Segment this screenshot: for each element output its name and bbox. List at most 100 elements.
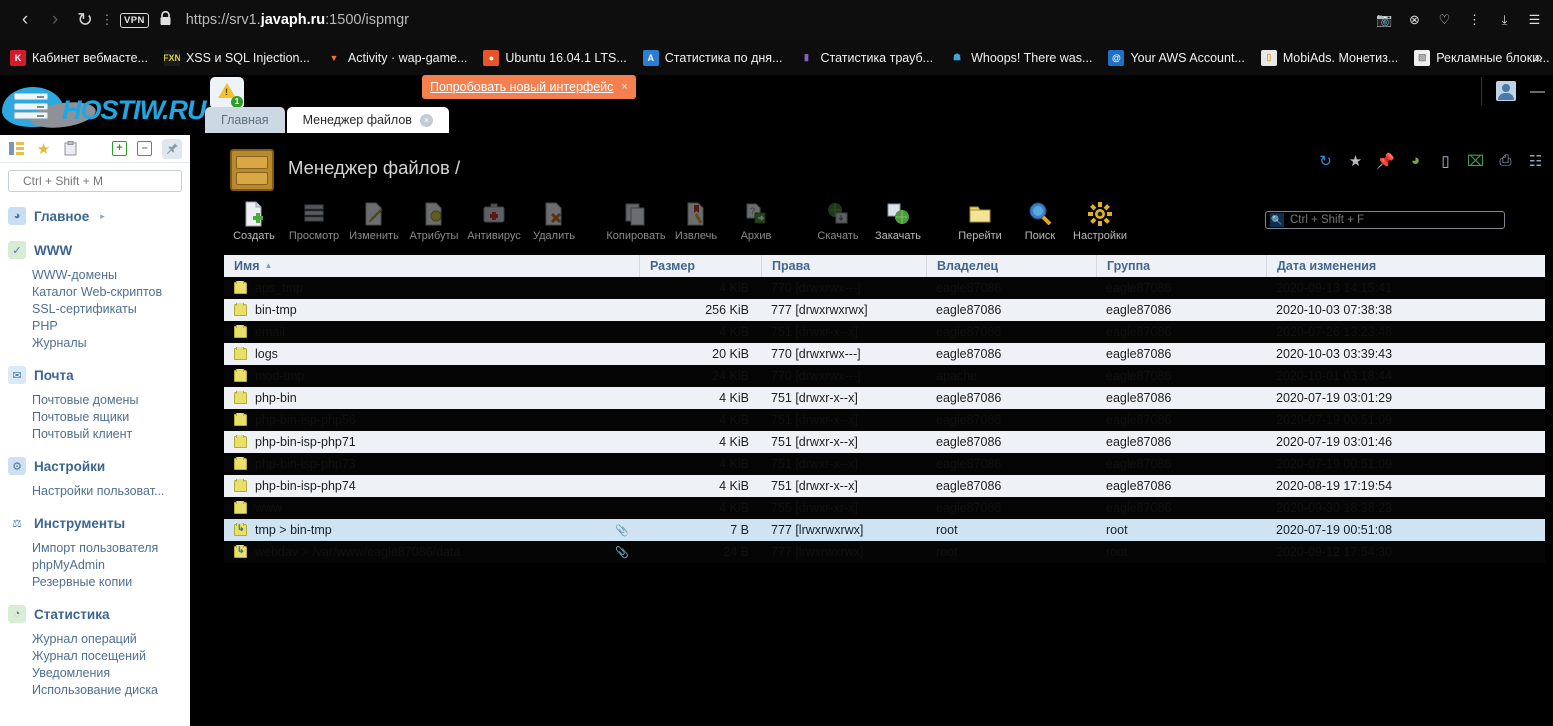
file-name-cell[interactable]: php-bin-isp-php56	[224, 413, 639, 427]
extract-button[interactable]: Извлечь	[666, 199, 726, 242]
column-header[interactable]: Имя ▲	[224, 255, 639, 277]
close-icon[interactable]: ×	[621, 81, 627, 93]
favorites-star-icon[interactable]: ★	[35, 140, 52, 158]
table-row[interactable]: www 4 KiB 755 [drwxr-xr-x] eagle87086 eagle8…	[224, 497, 1545, 519]
collapse-all-button[interactable]: –	[137, 141, 152, 156]
sidebar-group-header[interactable]: ✓ WWW	[0, 240, 190, 260]
table-filter-input[interactable]	[1288, 213, 1500, 227]
new-interface-link[interactable]: Попробовать новый интерфейс	[430, 80, 613, 94]
file-name-cell[interactable]: aps_tmp	[224, 281, 639, 295]
forward-button[interactable]: ›	[40, 5, 70, 35]
back-button[interactable]: ‹	[10, 5, 40, 35]
copy-page-icon[interactable]: ▯	[1436, 151, 1455, 170]
reload-icon[interactable]: ↻	[70, 5, 100, 35]
table-row[interactable]: bin-tmp 256 KiB 777 [drwxrwxrwx] eagle87086…	[224, 299, 1545, 321]
refresh-icon[interactable]: ↻	[1316, 151, 1335, 170]
file-name-cell[interactable]: bin-tmp	[224, 303, 639, 317]
sort-asc-icon[interactable]: ▲	[265, 261, 273, 270]
expand-all-button[interactable]: +	[112, 141, 127, 156]
file-name-cell[interactable]: mod-tmp	[224, 369, 639, 383]
sidebar-item[interactable]: Каталог Web-скриптов	[0, 283, 190, 300]
clipboard-icon[interactable]	[62, 140, 79, 157]
antivirus-button[interactable]: Антивирус	[464, 199, 524, 242]
print-icon[interactable]: ⎙	[1496, 151, 1515, 170]
sidebar-item[interactable]: phpMyAdmin	[0, 556, 190, 573]
table-row[interactable]: webdav > /var/www/eagle87086/data 📎 24 В 77…	[224, 541, 1545, 563]
block-icon[interactable]: ⊗	[1404, 10, 1425, 31]
avatar[interactable]	[1496, 81, 1516, 101]
file-name-cell[interactable]: php-bin-isp-php73	[224, 457, 639, 471]
table-row[interactable]: php-bin-isp-php74 4 KiB 751 [drwxr-x--x] ea…	[224, 475, 1545, 497]
file-name-cell[interactable]: logs	[224, 347, 639, 361]
table-row[interactable]: tmp > bin-tmp 📎 7 В 777 [lrwxrwxrwx] root roo…	[224, 519, 1545, 541]
more-vertical-icon[interactable]: ⋮	[100, 12, 114, 28]
column-header[interactable]: Размер	[639, 255, 761, 277]
table-row[interactable]: aps_tmp 4 KiB 770 [drwxrwx---] eagle87086 ea…	[224, 277, 1545, 299]
table-settings-icon[interactable]: ☷	[1526, 151, 1545, 170]
menu-icon[interactable]: ☰	[1524, 10, 1545, 31]
pin-icon[interactable]: 📌	[1376, 151, 1395, 170]
bookmark-item[interactable]: FXN XSS и SQL Injection...	[163, 49, 310, 66]
bookmark-item[interactable]: A Статистика по дня...	[642, 49, 782, 66]
sidebar-item[interactable]: Резервные копии	[0, 573, 190, 590]
hostiw-logo[interactable]: HOSTIW.RU	[0, 77, 206, 133]
export-excel-icon[interactable]: ⌧	[1466, 151, 1485, 170]
table-row[interactable]: mod-tmp 24 KiB 770 [drwxrwx---] apache eagle…	[224, 365, 1545, 387]
create-button[interactable]: Создать	[224, 199, 284, 242]
sidebar-item[interactable]: Журнал операций	[0, 630, 190, 647]
new-interface-banner[interactable]: Попробовать новый интерфейс ×	[422, 75, 636, 99]
panel-tab[interactable]: Менеджер файлов ×	[286, 107, 449, 133]
table-row[interactable]: php-bin-isp-php73 4 KiB 751 [drwxr-x--x] ea…	[224, 453, 1545, 475]
more-vertical-icon[interactable]: ⋮	[1464, 10, 1485, 31]
sidebar-group-header[interactable]: ⚙ Настройки	[0, 456, 190, 476]
sidebar-item[interactable]: Уведомления	[0, 664, 190, 681]
upload-button[interactable]: Закачать	[868, 199, 928, 242]
sidebar-item[interactable]: Использование диска	[0, 681, 190, 698]
delete-button[interactable]: Удалить	[524, 199, 584, 242]
bookmark-item[interactable]: K Кабинет вебмасте...	[10, 49, 148, 66]
table-row[interactable]: php-bin-isp-php71 4 KiB 751 [drwxr-x--x] ea…	[224, 431, 1545, 453]
sidebar-item[interactable]: Журналы	[0, 334, 190, 351]
view-button[interactable]: Просмотр	[284, 199, 344, 242]
close-icon[interactable]: ×	[419, 113, 433, 127]
screenshot-icon[interactable]: 📷	[1374, 10, 1395, 31]
sidebar-item[interactable]: Почтовые домены	[0, 391, 190, 408]
sidebar-item[interactable]: Почтовые ящики	[0, 408, 190, 425]
sidebar-group-header[interactable]: ◕ Главное ▸	[0, 206, 190, 226]
sidebar-item[interactable]: Журнал посещений	[0, 647, 190, 664]
file-name-cell[interactable]: tmp > bin-tmp 📎	[224, 523, 639, 537]
favorite-icon[interactable]: ♡	[1434, 10, 1455, 31]
goto-button[interactable]: Перейти	[950, 199, 1010, 242]
sidebar-item[interactable]: PHP	[0, 317, 190, 334]
address-bar[interactable]: https://srv1.javaph.ru:1500/ispmgr	[186, 12, 409, 28]
table-row[interactable]: email 4 KiB 751 [drwxr-x--x] eagle87086 eagl…	[224, 321, 1545, 343]
favorite-star-icon[interactable]: ★	[1346, 151, 1365, 170]
bookmark-item[interactable]: ▮ Статистика трауб...	[798, 50, 933, 66]
globe-icon[interactable]: ◕	[1406, 151, 1425, 170]
attributes-button[interactable]: Атрибуты	[404, 199, 464, 242]
file-name-cell[interactable]: php-bin	[224, 391, 639, 405]
copy-button[interactable]: Копировать	[606, 199, 666, 242]
column-header[interactable]: Права	[761, 255, 926, 277]
menu-tree-icon[interactable]	[8, 140, 25, 157]
settings-button[interactable]: Настройки	[1070, 199, 1130, 242]
vpn-badge[interactable]: VPN	[120, 12, 149, 28]
archive-button[interactable]: ? Архив	[726, 199, 786, 242]
download-button[interactable]: Скачать	[808, 199, 868, 242]
sidebar-group-header[interactable]: ⚖ Инструменты	[0, 513, 190, 533]
sidebar-group-header[interactable]: ✉ Почта	[0, 365, 190, 385]
file-name-cell[interactable]: webdav > /var/www/eagle87086/data 📎	[224, 545, 639, 559]
bookmark-item[interactable]: @ Your AWS Account...	[1108, 49, 1245, 66]
file-name-cell[interactable]: php-bin-isp-php71	[224, 435, 639, 449]
panel-tab[interactable]: Главная	[205, 107, 285, 133]
table-row[interactable]: logs 20 KiB 770 [drwxrwx---] eagle87086 eagl…	[224, 343, 1545, 365]
pin-icon[interactable]	[162, 138, 182, 159]
file-name-cell[interactable]: www	[224, 501, 639, 515]
table-row[interactable]: php-bin-isp-php56 4 KiB 751 [drwxr-x--x] ea…	[224, 409, 1545, 431]
sidebar-search[interactable]	[8, 170, 182, 192]
search-button[interactable]: Поиск	[1010, 199, 1070, 242]
notifications-warning-button[interactable]: 1	[210, 77, 244, 109]
download-icon[interactable]: ⤓	[1494, 10, 1515, 31]
bookmark-item[interactable]: ☗ Whoops! There was...	[949, 50, 1092, 66]
sidebar-item[interactable]: Настройки пользоват...	[0, 482, 190, 499]
